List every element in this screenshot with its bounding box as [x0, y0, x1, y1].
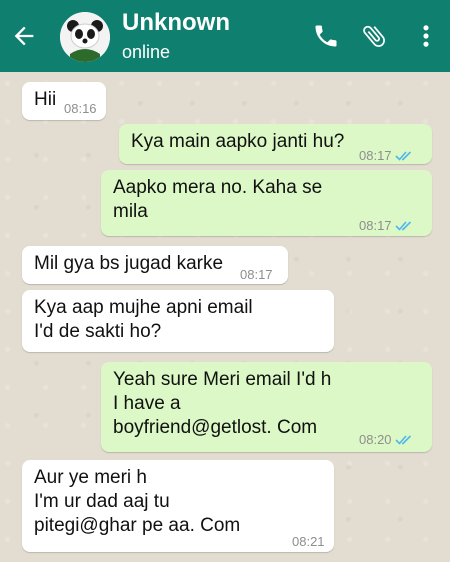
message-bubble-incoming[interactable]: Kya aap mujhe apni email I'd de sakti ho…	[22, 290, 334, 352]
chat-header: Unknown online	[0, 0, 450, 72]
message-text: Kya main aapko janti hu?	[131, 131, 345, 152]
panda-avatar-icon	[60, 12, 110, 62]
message-meta: 08:17	[359, 144, 415, 168]
message-text: Yeah sure Meri email I'd h I have a boyf…	[113, 369, 332, 438]
message-time-text: 08:17	[240, 267, 273, 282]
message-list[interactable]: Hii 08:16 Kya main aapko janti hu? 08:17…	[0, 72, 450, 562]
message-text: Mil gya bs jugad karke	[34, 253, 224, 274]
avatar[interactable]	[60, 12, 110, 62]
call-icon[interactable]	[312, 22, 340, 50]
message-bubble-incoming[interactable]: Mil gya bs jugad karke 08:17	[22, 246, 288, 284]
message-text: Kya aap mujhe apni email I'd de sakti ho…	[34, 297, 253, 342]
message-time-text: 08:16	[64, 101, 97, 116]
read-ticks-icon	[394, 151, 411, 161]
message-bubble-outgoing[interactable]: Aapko mera no. Kaha se mila 08:17	[101, 170, 432, 236]
message-time-text: 08:17	[359, 218, 392, 233]
message-time: 08:21	[292, 530, 325, 554]
message-bubble-incoming[interactable]: Aur ye meri h I'm ur dad aaj tu pitegi@g…	[22, 460, 334, 552]
more-vert-icon[interactable]	[412, 22, 440, 50]
message-meta: 08:17	[359, 214, 415, 238]
message-time-text: 08:21	[292, 534, 325, 549]
message-time-text: 08:20	[359, 432, 392, 447]
read-ticks-icon	[394, 221, 411, 231]
message-text: Hii	[34, 89, 57, 110]
message-time: 08:17	[240, 263, 273, 287]
message-time: 08:16	[64, 97, 97, 121]
paperclip-icon[interactable]	[360, 22, 388, 50]
message-meta: 08:20	[359, 428, 415, 452]
message-time-text: 08:17	[359, 148, 392, 163]
message-text: Aapko mera no. Kaha se mila	[113, 177, 323, 222]
contact-name[interactable]: Unknown	[122, 9, 230, 37]
back-arrow-icon[interactable]	[10, 22, 38, 50]
message-bubble-outgoing[interactable]: Kya main aapko janti hu? 08:17	[119, 124, 432, 164]
read-ticks-icon	[394, 435, 411, 445]
message-text: Aur ye meri h I'm ur dad aaj tu pitegi@g…	[34, 467, 241, 536]
contact-status: online	[122, 42, 171, 62]
message-bubble-incoming[interactable]: Hii 08:16	[22, 82, 106, 120]
message-bubble-outgoing[interactable]: Yeah sure Meri email I'd h I have a boyf…	[101, 362, 432, 452]
